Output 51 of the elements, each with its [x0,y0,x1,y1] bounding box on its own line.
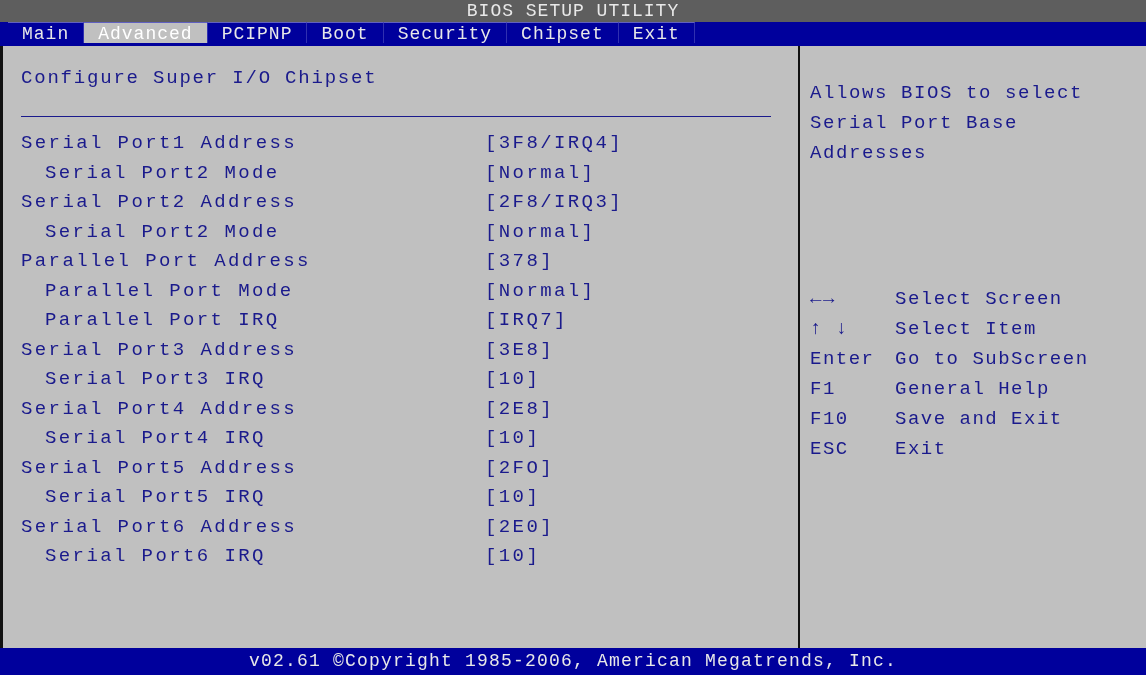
setting-value[interactable]: [2E8] [485,394,554,424]
key-name: F10 [810,407,850,432]
setting-value[interactable]: [2F8/IRQ3] [485,188,624,218]
tab[interactable]: Boot [307,22,384,43]
setting-value[interactable]: [Normal] [485,276,596,306]
key-name: ←→ [810,287,837,312]
key-name: Enter [810,347,876,372]
setting-label[interactable]: Serial Port6 Address [21,512,485,542]
help-text: Allows BIOS to select Serial Port Base Addresses [810,81,1085,166]
setting-value[interactable]: [2E0] [485,512,554,542]
setting-value[interactable]: [378] [485,247,554,277]
setting-value[interactable]: [Normal] [485,217,596,247]
setting-value[interactable]: [Normal] [485,158,596,188]
setting-value[interactable]: [10] [485,542,541,572]
setting-label[interactable]: Serial Port4 Address [21,394,485,424]
setting-label[interactable]: Serial Port2 Address [21,188,485,218]
setting-value[interactable]: [3E8] [485,335,554,365]
setting-value[interactable]: [2FO] [485,453,554,483]
setting-label[interactable]: Serial Port3 IRQ [21,365,485,395]
setting-label[interactable]: Serial Port5 Address [21,453,485,483]
setting-label[interactable]: Serial Port3 Address [21,335,485,365]
key-action: Select Screen [895,287,1063,312]
setting-value[interactable]: [10] [485,424,541,454]
setting-label[interactable]: Parallel Port IRQ [21,306,485,336]
status-bar: v02.61 ©Copyright 1985-2006, American Megatrends, Inc. [0,648,1146,675]
setting-value[interactable]: [10] [485,483,541,513]
setting-label[interactable]: Parallel Port Address [21,247,485,277]
setting-label[interactable]: Serial Port1 Address [21,129,485,159]
key-name: F1 [810,377,837,402]
setting-label[interactable]: Serial Port6 IRQ [21,542,485,572]
key-action: Exit [895,437,947,462]
tab[interactable]: Security [383,22,508,43]
tab[interactable]: Chipset [507,22,619,43]
window-title: BIOS SETUP UTILITY [0,0,1146,22]
setting-value[interactable]: [3F8/IRQ4] [485,129,624,159]
tab[interactable]: Exit [618,22,695,43]
section-title: Configure Super I/O Chipset [21,66,379,90]
key-name: ESC [810,437,850,462]
setting-label[interactable]: Serial Port4 IRQ [21,424,485,454]
setting-label[interactable]: Serial Port2 Mode [21,158,485,188]
key-action: General Help [895,377,1050,402]
setting-label[interactable]: Serial Port2 Mode [21,217,485,247]
tab[interactable]: PCIPNP [207,22,308,43]
key-name: ↑ ↓ [810,317,850,342]
setting-label[interactable]: Serial Port5 IRQ [21,483,485,513]
key-action: Save and Exit [895,407,1063,432]
setting-value[interactable]: [IRQ7] [485,306,568,336]
setting-label[interactable]: Parallel Port Mode [21,276,485,306]
setting-value[interactable]: [10] [485,365,541,395]
key-action: Select Item [895,317,1037,342]
key-action: Go to SubScreen [895,347,1089,372]
